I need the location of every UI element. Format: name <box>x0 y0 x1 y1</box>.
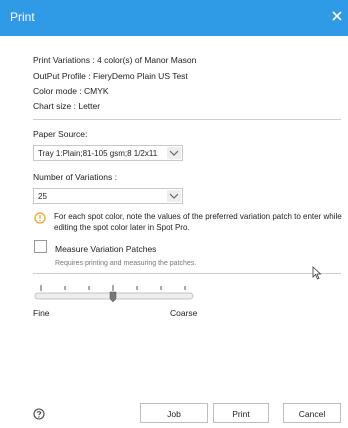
title-bar: Print <box>0 0 348 36</box>
variations-value: 25 <box>38 192 47 201</box>
color-mode-info: Color mode : CMYK <box>33 86 109 96</box>
measure-sublabel: Requires printing and measuring the patc… <box>55 260 197 267</box>
divider <box>33 119 341 120</box>
print-variations-info: Print Variations : 4 color(s) of Manor M… <box>33 55 197 65</box>
output-profile-info: OutPut Profile : FieryDemo Plain US Test <box>33 71 188 81</box>
close-icon[interactable] <box>330 9 344 23</box>
window-title: Print <box>10 10 35 24</box>
slider-ticks <box>40 285 186 291</box>
print-dialog: Print Print Variations : 4 color(s) of M… <box>0 0 348 428</box>
slider-min-label: Fine <box>33 308 50 318</box>
variations-label: Number of Variations : <box>33 172 117 182</box>
paper-source-label: Paper Source: <box>33 129 88 139</box>
cancel-button[interactable]: Cancel <box>283 403 341 423</box>
chart-size-info: Chart size : Letter <box>33 101 101 111</box>
measure-checkbox[interactable] <box>34 240 47 253</box>
measure-label: Measure Variation Patches <box>55 244 157 254</box>
job-properties-button[interactable]: Job Properties... <box>140 403 208 428</box>
variations-select[interactable]: 25 <box>33 188 183 204</box>
print-button[interactable]: Print <box>213 403 269 423</box>
paper-source-value: Tray 1:Plain;81-105 gsm;8 1/2x11;LEF <box>38 149 158 158</box>
slider-thumb <box>109 291 117 303</box>
paper-source-select[interactable]: Tray 1:Plain;81-105 gsm;8 1/2x11;LEF <box>33 145 183 161</box>
info-icon <box>34 212 46 224</box>
mouse-cursor-icon <box>312 266 322 280</box>
divider <box>33 273 341 274</box>
chevron-down-icon[interactable] <box>167 147 181 159</box>
help-icon[interactable] <box>33 408 45 420</box>
slider-max-label: Coarse <box>170 308 198 318</box>
spot-color-note: For each spot color, note the values of … <box>54 212 342 232</box>
chevron-down-icon[interactable] <box>167 190 181 202</box>
